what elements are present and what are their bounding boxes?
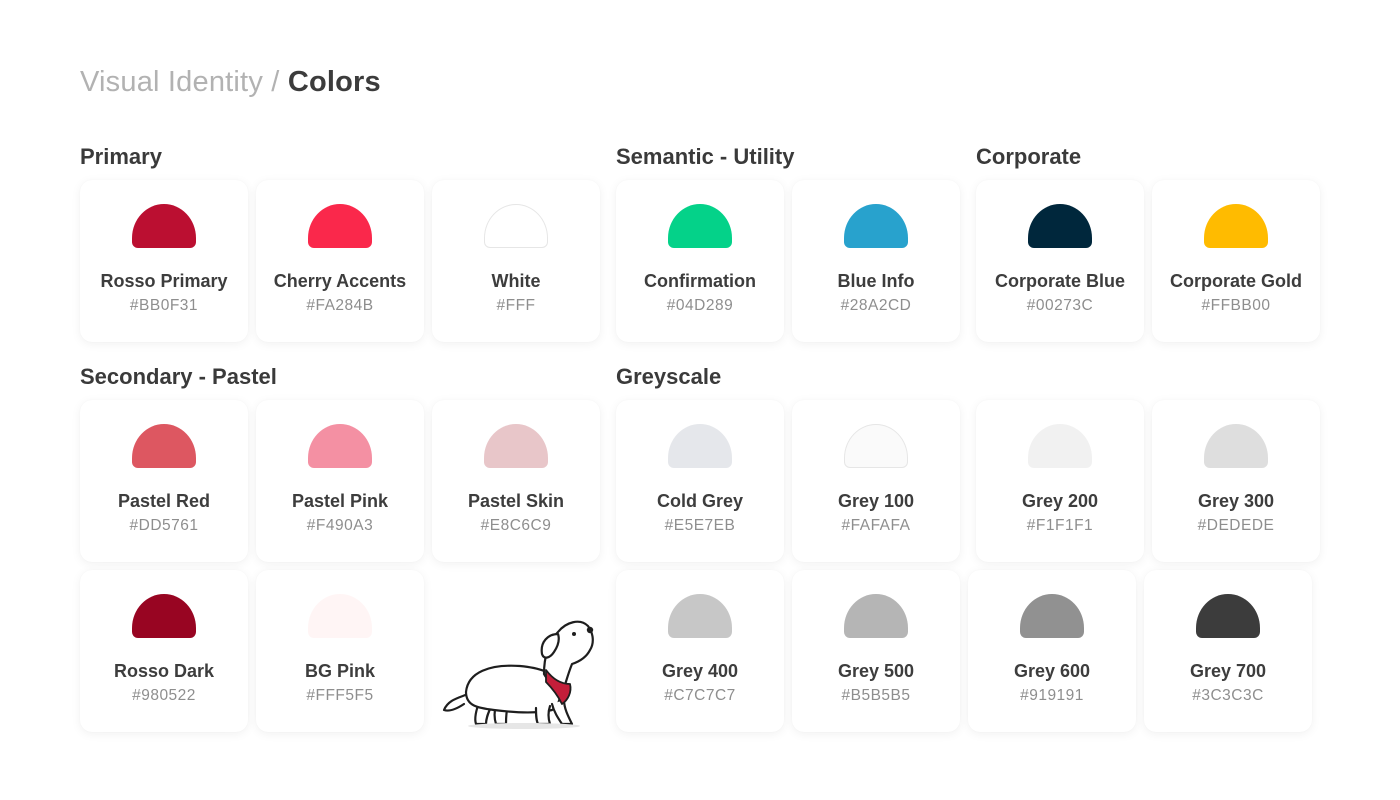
color-name: Grey 100	[837, 491, 915, 511]
color-name: Grey 400	[661, 661, 739, 681]
color-card-rosso-dark[interactable]: Rosso Dark #980522	[80, 570, 248, 732]
color-swatch	[844, 204, 908, 248]
color-name: Grey 700	[1189, 661, 1267, 681]
color-card-grey-400[interactable]: Grey 400 #C7C7C7	[616, 570, 784, 732]
color-name: Pastel Pink	[291, 491, 389, 511]
color-hex: #28A2CD	[840, 297, 912, 314]
color-swatch	[1028, 204, 1092, 248]
color-card-cold-grey[interactable]: Cold Grey #E5E7EB	[616, 400, 784, 562]
color-hex: #FFF5F5	[306, 687, 374, 704]
color-name: White	[491, 271, 541, 291]
color-swatch	[484, 204, 548, 248]
color-hex: #DEDEDE	[1197, 517, 1275, 534]
color-swatch	[844, 594, 908, 638]
color-hex: #C7C7C7	[664, 687, 736, 704]
color-swatch	[1028, 424, 1092, 468]
color-name: Rosso Primary	[100, 271, 228, 291]
color-swatch	[844, 424, 908, 468]
color-hex: #BB0F31	[129, 297, 199, 314]
color-card-grey-100[interactable]: Grey 100 #FAFAFA	[792, 400, 960, 562]
color-swatch	[308, 204, 372, 248]
color-card-grey-600[interactable]: Grey 600 #919191	[968, 570, 1136, 732]
color-hex: #980522	[132, 687, 196, 704]
color-swatch	[1196, 594, 1260, 638]
color-card-rosso-primary[interactable]: Rosso Primary #BB0F31	[80, 180, 248, 342]
color-hex: #F1F1F1	[1026, 517, 1094, 534]
section-title-corporate: Corporate	[976, 144, 1082, 169]
color-hex: #3C3C3C	[1192, 687, 1264, 704]
color-name: Rosso Dark	[113, 661, 215, 681]
color-card-corporate-blue[interactable]: Corporate Blue #00273C	[976, 180, 1144, 342]
color-hex: #F490A3	[306, 517, 374, 534]
section-title-primary: Primary	[80, 144, 162, 169]
color-hex: #B5B5B5	[841, 687, 911, 704]
color-swatch	[668, 204, 732, 248]
section-title-greyscale: Greyscale	[616, 364, 722, 389]
color-card-pastel-skin[interactable]: Pastel Skin #E8C6C9	[432, 400, 600, 562]
color-card-grey-300[interactable]: Grey 300 #DEDEDE	[1152, 400, 1320, 562]
color-card-bg-pink[interactable]: BG Pink #FFF5F5	[256, 570, 424, 732]
color-hex: #E5E7EB	[664, 517, 736, 534]
color-hex: #DD5761	[129, 517, 199, 534]
color-card-grey-700[interactable]: Grey 700 #3C3C3C	[1144, 570, 1312, 732]
color-hex: #FFBB00	[1201, 297, 1271, 314]
color-card-pastel-pink[interactable]: Pastel Pink #F490A3	[256, 400, 424, 562]
color-name: Corporate Blue	[994, 271, 1126, 291]
color-swatch	[1020, 594, 1084, 638]
color-card-pastel-red[interactable]: Pastel Red #DD5761	[80, 400, 248, 562]
color-hex: #FFF	[496, 297, 536, 314]
color-name: BG Pink	[304, 661, 375, 681]
color-card-grey-200[interactable]: Grey 200 #F1F1F1	[976, 400, 1144, 562]
breadcrumb: Visual Identity / Colors	[80, 66, 381, 99]
color-name: Grey 300	[1197, 491, 1275, 511]
color-name: Pastel Red	[117, 491, 211, 511]
color-swatch	[1204, 204, 1268, 248]
color-name: Pastel Skin	[467, 491, 565, 511]
color-name: Cherry Accents	[273, 271, 407, 291]
color-card-blue-info[interactable]: Blue Info #28A2CD	[792, 180, 960, 342]
color-swatch	[308, 424, 372, 468]
color-hex: #E8C6C9	[480, 517, 552, 534]
color-swatch	[132, 424, 196, 468]
page-title: Colors	[287, 66, 381, 98]
section-title-secondary: Secondary - Pastel	[80, 364, 277, 389]
color-name: Grey 500	[837, 661, 915, 681]
color-name: Cold Grey	[656, 491, 744, 511]
color-name: Blue Info	[837, 271, 915, 291]
color-swatch	[308, 594, 372, 638]
color-card-corporate-gold[interactable]: Corporate Gold #FFBB00	[1152, 180, 1320, 342]
color-card-cherry-accents[interactable]: Cherry Accents #FA284B	[256, 180, 424, 342]
color-hex: #00273C	[1026, 297, 1094, 314]
dog-mascot-icon	[442, 620, 594, 729]
section-title-semantic: Semantic - Utility	[616, 144, 795, 169]
color-name: Grey 200	[1021, 491, 1099, 511]
color-card-confirmation[interactable]: Confirmation #04D289	[616, 180, 784, 342]
color-swatch	[1204, 424, 1268, 468]
color-swatch	[484, 424, 548, 468]
breadcrumb-separator: /	[271, 66, 280, 98]
color-swatch	[668, 424, 732, 468]
breadcrumb-parent[interactable]: Visual Identity	[80, 66, 263, 98]
color-name: Grey 600	[1013, 661, 1091, 681]
color-card-grey-500[interactable]: Grey 500 #B5B5B5	[792, 570, 960, 732]
color-name: Corporate Gold	[1169, 271, 1302, 291]
color-hex: #FA284B	[306, 297, 374, 314]
color-swatch	[668, 594, 732, 638]
color-hex: #919191	[1020, 687, 1084, 704]
color-card-white[interactable]: White #FFF	[432, 180, 600, 342]
color-name: Confirmation	[644, 271, 756, 291]
color-swatch	[132, 204, 196, 248]
color-hex: #FAFAFA	[841, 517, 911, 534]
color-swatch	[132, 594, 196, 638]
color-hex: #04D289	[666, 297, 734, 314]
